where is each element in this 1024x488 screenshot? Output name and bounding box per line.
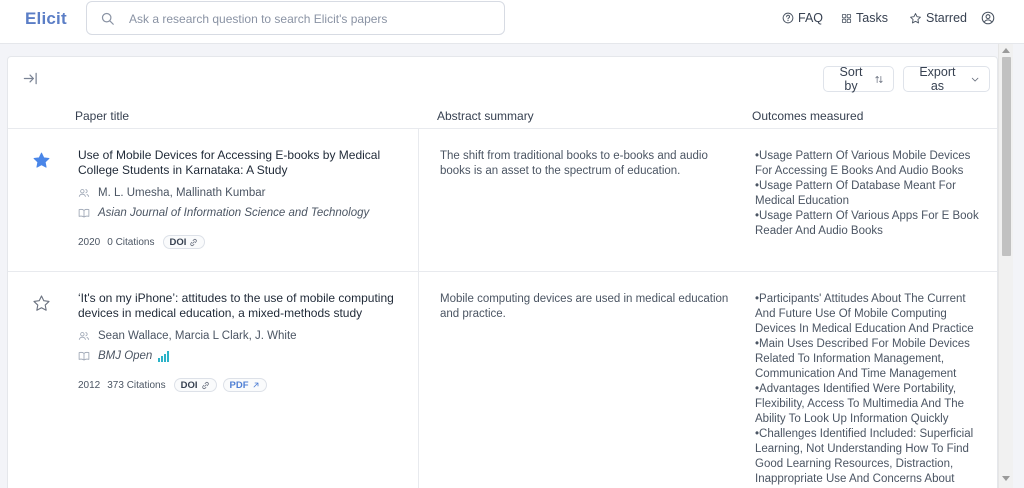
question-circle-icon bbox=[782, 12, 794, 24]
users-icon bbox=[78, 189, 90, 197]
account-button[interactable] bbox=[981, 11, 999, 25]
scrollbar-thumb[interactable] bbox=[1002, 57, 1011, 256]
paper-journal: Asian Journal of Information Science and… bbox=[78, 207, 369, 219]
users-icon bbox=[78, 332, 90, 340]
sort-by-label: Sort by bbox=[839, 65, 863, 93]
outcome-item: •Usage Pattern Of Various Apps For E Boo… bbox=[755, 210, 979, 237]
app-logo[interactable]: Elicit bbox=[25, 9, 67, 29]
outcome-item: •Usage Pattern Of Various Mobile Devices… bbox=[755, 150, 971, 177]
sort-arrows-icon bbox=[875, 75, 883, 83]
export-as-label: Export as bbox=[919, 65, 956, 93]
star-outline-icon bbox=[910, 12, 921, 23]
chevron-down-icon bbox=[971, 77, 979, 82]
outcomes-measured: •Participants' Attitudes About The Curre… bbox=[755, 292, 980, 487]
sort-by-button[interactable]: Sort by bbox=[823, 65, 894, 93]
export-as-button[interactable]: Export as bbox=[903, 65, 990, 93]
search-icon bbox=[101, 12, 114, 25]
column-divider bbox=[418, 272, 419, 488]
column-header-paper-title[interactable]: Paper title bbox=[75, 109, 129, 123]
outcome-item: •Participants' Attitudes About The Curre… bbox=[755, 293, 974, 335]
paper-title[interactable]: ‘It's on my iPhone’: attitudes to the us… bbox=[78, 291, 398, 321]
outcome-item: •Main Uses Described For Mobile Devices … bbox=[755, 338, 970, 380]
journal-text: BMJ Open bbox=[98, 350, 153, 362]
column-divider bbox=[418, 129, 419, 271]
arrow-right-to-line-icon[interactable] bbox=[23, 71, 38, 86]
results-panel: Sort by Export as Paper title Abstract s… bbox=[7, 56, 998, 488]
signal-bars-icon bbox=[158, 350, 170, 362]
paper-footer: 2020 0 Citations DOI bbox=[78, 235, 206, 249]
outcome-item: •Challenges Identified Included: Superfi… bbox=[755, 428, 974, 485]
abstract-summary: Mobile computing devices are used in med… bbox=[440, 293, 729, 320]
paper-year: 2012 bbox=[78, 379, 101, 391]
link-icon bbox=[190, 238, 198, 246]
top-header: Elicit FAQ Tasks Starred bbox=[0, 0, 1024, 44]
paper-authors: Sean Wallace, Marcia L Clark, J. White bbox=[78, 330, 297, 342]
book-open-icon bbox=[78, 351, 90, 361]
faq-label: FAQ bbox=[798, 11, 824, 25]
column-header-outcomes-measured[interactable]: Outcomes measured bbox=[752, 109, 863, 123]
paper-footer: 2012 373 Citations DOI PDF bbox=[78, 378, 267, 392]
doi-label: DOI bbox=[169, 236, 187, 248]
paper-journal: BMJ Open bbox=[78, 350, 170, 362]
outcomes-measured: •Usage Pattern Of Various Mobile Devices… bbox=[755, 149, 980, 239]
star-filled-icon[interactable] bbox=[32, 151, 51, 170]
outcome-item: •Usage Pattern Of Database Meant For Med… bbox=[755, 180, 956, 207]
scroll-up-arrow[interactable] bbox=[1002, 48, 1010, 53]
faq-link[interactable]: FAQ bbox=[782, 11, 823, 25]
arrow-up-right-icon bbox=[253, 382, 258, 388]
doi-label: DOI bbox=[180, 379, 198, 391]
paper-authors: M. L. Umesha, Mallinath Kumbar bbox=[78, 187, 265, 199]
grid-icon bbox=[841, 13, 852, 23]
paper-citations: 373 Citations bbox=[107, 379, 166, 391]
doi-chip[interactable]: DOI bbox=[162, 235, 206, 249]
tasks-label: Tasks bbox=[856, 11, 888, 25]
authors-text: M. L. Umesha, Mallinath Kumbar bbox=[98, 187, 266, 199]
table-row[interactable]: Use of Mobile Devices for Accessing E-bo… bbox=[8, 129, 997, 272]
column-header-abstract-summary[interactable]: Abstract summary bbox=[437, 109, 534, 123]
authors-text: Sean Wallace, Marcia L Clark, J. White bbox=[98, 330, 297, 342]
vertical-scrollbar[interactable] bbox=[998, 44, 1013, 488]
paper-title[interactable]: Use of Mobile Devices for Accessing E-bo… bbox=[78, 148, 398, 178]
star-outline-icon[interactable] bbox=[32, 294, 51, 313]
tasks-link[interactable]: Tasks bbox=[841, 11, 888, 25]
abstract-summary: The shift from traditional books to e-bo… bbox=[440, 150, 708, 177]
paper-year: 2020 bbox=[78, 236, 101, 248]
link-icon bbox=[201, 381, 209, 389]
pdf-chip[interactable]: PDF bbox=[222, 378, 267, 392]
doi-chip[interactable]: DOI bbox=[173, 378, 217, 392]
scroll-down-arrow[interactable] bbox=[1002, 476, 1010, 481]
starred-label: Starred bbox=[926, 11, 967, 25]
table-row[interactable]: ‘It's on my iPhone’: attitudes to the us… bbox=[8, 272, 997, 488]
search-box[interactable] bbox=[86, 1, 505, 35]
paper-citations: 0 Citations bbox=[107, 236, 155, 248]
book-open-icon bbox=[78, 208, 90, 218]
search-input[interactable] bbox=[129, 8, 489, 30]
outcome-item: •Advantages Identified Were Portability,… bbox=[755, 383, 965, 425]
pdf-label: PDF bbox=[229, 379, 249, 391]
starred-link[interactable]: Starred bbox=[909, 11, 967, 25]
journal-text: Asian Journal of Information Science and… bbox=[98, 207, 370, 219]
user-circle-icon bbox=[981, 11, 995, 25]
